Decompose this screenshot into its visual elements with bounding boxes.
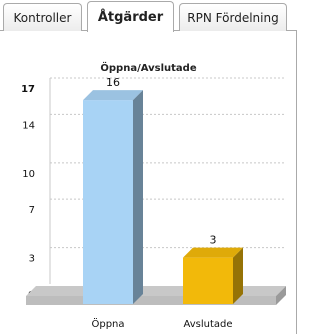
y-tick-label: 17: [21, 84, 35, 95]
bar-top: [183, 247, 243, 258]
tab-label: Åtgärder: [97, 9, 164, 25]
y-tick-label: 3: [29, 254, 35, 265]
x-category-label: Öppna: [91, 317, 124, 330]
data-label: 16: [106, 76, 120, 89]
bar-top: [83, 90, 143, 101]
bar: [83, 100, 133, 304]
tab-atgarder[interactable]: Åtgärder: [87, 1, 174, 32]
bar-side: [133, 90, 143, 304]
y-tick-label: 7: [29, 205, 35, 216]
bar: [183, 257, 233, 304]
x-category-label: Avslutade: [183, 319, 232, 330]
y-tick-label: 10: [22, 169, 35, 180]
chart-floor-top: [26, 286, 286, 296]
y-tick-label: 14: [22, 120, 35, 131]
data-label: 3: [210, 234, 217, 247]
bar-chart: 03710141716Öppna3Avslutade: [21, 76, 286, 330]
